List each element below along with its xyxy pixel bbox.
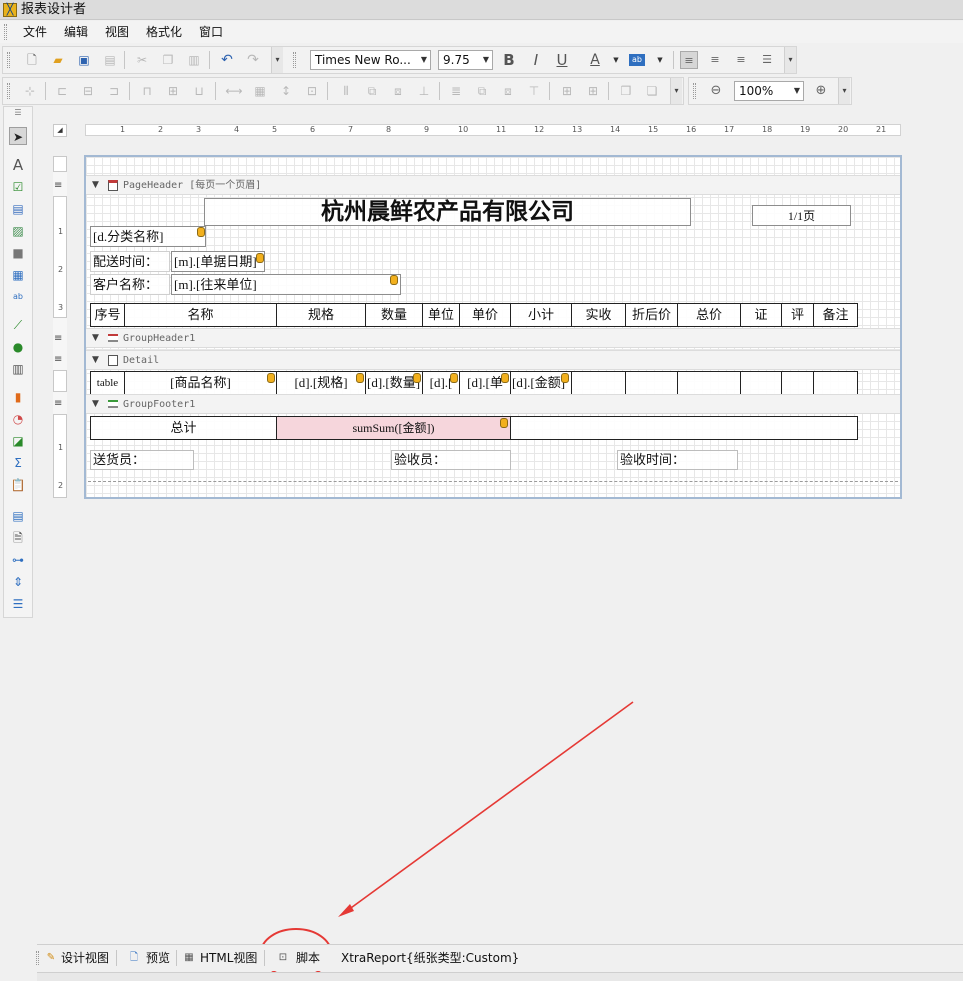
design-view-icon: ✎ — [46, 952, 56, 963]
html-view-icon: ▦ — [184, 952, 194, 963]
tab-html-view[interactable]: HTML视图 — [200, 951, 257, 965]
tab-design-view[interactable]: 设计视图 — [61, 951, 109, 965]
annotation-arrow-head — [338, 904, 354, 917]
report-status: XtraReport{纸张类型:Custom} — [341, 951, 520, 965]
preview-icon: 🗋 — [129, 952, 139, 963]
view-tabs-bar: ✎ 设计视图 🗋 预览 ▦ HTML视图 ⊡ 脚本 XtraReport{纸张类… — [36, 944, 963, 971]
annotation-overlay — [260, 701, 634, 978]
bottom-panel-strip — [37, 972, 963, 981]
tab-script[interactable]: 脚本 — [296, 951, 320, 965]
annotation-arrow-line — [343, 701, 634, 914]
tab-preview[interactable]: 预览 — [146, 951, 170, 965]
script-icon: ⊡ — [278, 952, 288, 963]
